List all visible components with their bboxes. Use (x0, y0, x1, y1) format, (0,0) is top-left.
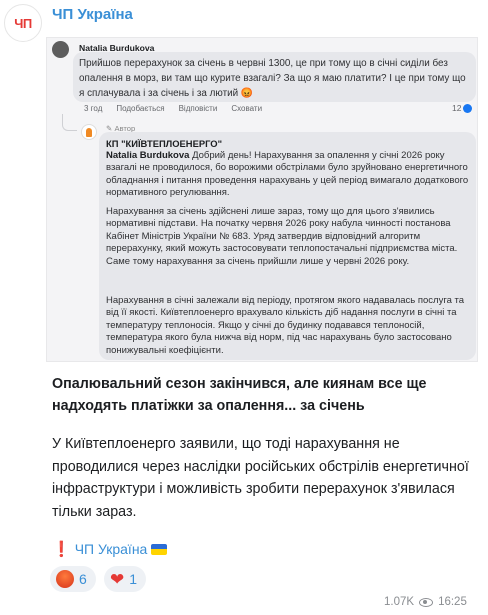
channel-name[interactable]: ЧП Україна (52, 6, 133, 23)
reply-paragraph-3: Нарахування в січні залежали від періоду… (106, 295, 465, 356)
reply-addressee: Natalia Burdukova (106, 150, 190, 161)
commenter-avatar (52, 41, 69, 58)
exclamation-icon: ❗ (52, 541, 71, 558)
signature-link[interactable]: ЧП Україна (75, 541, 148, 557)
comment-reply-label: Відповісти (178, 104, 218, 113)
channel-avatar[interactable]: ЧП (4, 4, 42, 42)
post-headline: Опалювальний сезон закінчився, але кияна… (52, 376, 427, 414)
org-avatar (81, 124, 97, 140)
eye-icon (419, 597, 434, 607)
org-logo-icon (86, 127, 92, 137)
comment-hide-label: Сховати (231, 104, 263, 113)
ukraine-flag-icon (151, 543, 168, 555)
angry-face-icon (56, 570, 74, 588)
comment-likes-count: 12 (452, 103, 462, 113)
like-icon (463, 103, 473, 113)
channel-avatar-text: ЧП (14, 15, 32, 31)
message-time: 16:25 (438, 596, 467, 608)
comment-time: 3 год (84, 104, 103, 113)
comment-likes: 12 (452, 103, 473, 113)
reply-paragraph-2: Нарахування за січень здійснені лише зар… (106, 206, 458, 267)
reaction-count: 6 (79, 571, 87, 587)
post-signature: ❗ ЧП Україна (52, 540, 168, 558)
views-count: 1.07K (384, 596, 415, 608)
post-body: У Київтеплоенерго заявили, що тоді нарах… (52, 436, 469, 520)
comment-meta: 3 год Подобається Відповісти Сховати (84, 104, 262, 113)
reply-thread-line (62, 114, 77, 131)
comment-text: Прийшов перерахунок за січень в червні 1… (79, 58, 466, 99)
reaction-angry[interactable]: 6 (50, 566, 96, 592)
reaction-count: 1 (129, 571, 138, 587)
reply-org-name: КП "КИЇВТЕПЛОЕНЕРГО" (106, 138, 223, 149)
reaction-heart[interactable]: ❤ 1 (104, 566, 147, 592)
comment-like-label: Подобається (116, 104, 165, 113)
message-stats: 1.07K 16:25 (384, 596, 467, 608)
reply-paragraph-1: Natalia Burdukova Добрий день! Нарахуван… (106, 150, 471, 200)
red-heart-icon: ❤ (110, 569, 125, 589)
